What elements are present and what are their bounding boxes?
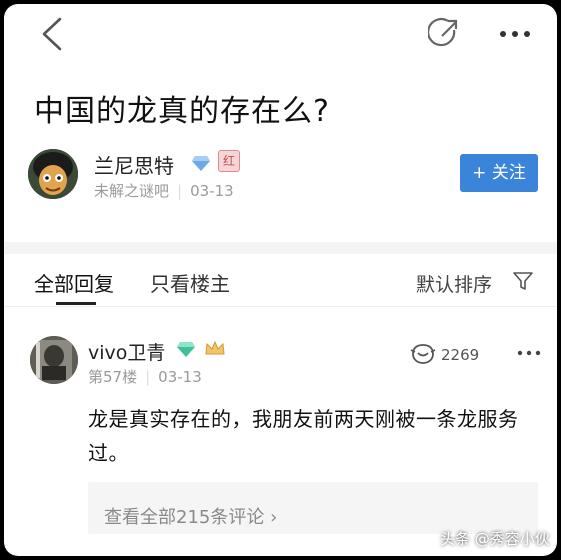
like-icon[interactable] [410,342,436,366]
author-name[interactable]: 兰尼思特 [94,150,174,179]
avatar-image [28,149,78,199]
view-all-comments-link[interactable]: 查看全部215条评论 › [104,503,277,529]
active-tab-indicator [56,302,96,305]
like-count: 2269 [441,346,480,364]
diamond-badge-icon [192,156,210,171]
comment-text: 龙是真实存在的，我朋友前两天刚被一条龙服务过。 [88,407,519,465]
sort-button[interactable]: 默认排序 [416,270,492,297]
meta-separator: | [177,182,183,200]
share-icon[interactable] [428,16,462,50]
commenter-avatar[interactable] [30,336,78,384]
filter-icon[interactable] [512,270,534,292]
comment-more-icon[interactable] [516,348,542,358]
author-avatar[interactable] [28,149,78,199]
author-meta: 未解之谜吧 | 03-13 [94,180,234,201]
back-arrow-icon[interactable] [38,16,68,52]
green-diamond-badge-icon [177,342,195,357]
tab-only-owner[interactable]: 只看楼主 [150,268,230,297]
post-title: 中国的龙真的存在么? [34,94,330,129]
post-source[interactable]: 未解之谜吧 [94,182,169,200]
top-bar [4,4,557,66]
section-divider [4,242,557,254]
comment-date: 03-13 [158,368,202,386]
level-badge: 红 [218,150,240,172]
post-date: 03-13 [190,182,234,200]
comment-meta: 第57楼 | 03-13 [88,366,202,387]
commenter-avatar-image [30,336,78,384]
watermark: 头条 @秀容小伙 [440,530,550,548]
tab-border [4,306,557,307]
follow-button[interactable]: + 关注 [460,154,538,192]
meta-separator: | [145,368,151,386]
commenter-name[interactable]: vivo卫青 [88,338,165,365]
tab-all-replies[interactable]: 全部回复 [34,268,114,297]
crown-badge-icon [205,340,225,355]
app-frame: 中国的龙真的存在么? 兰尼思特 红 未解之谜吧 | 03-13 + 关注 全部回复 … [4,4,557,556]
floor-number: 第57楼 [88,368,138,386]
more-options-icon[interactable] [497,22,533,46]
